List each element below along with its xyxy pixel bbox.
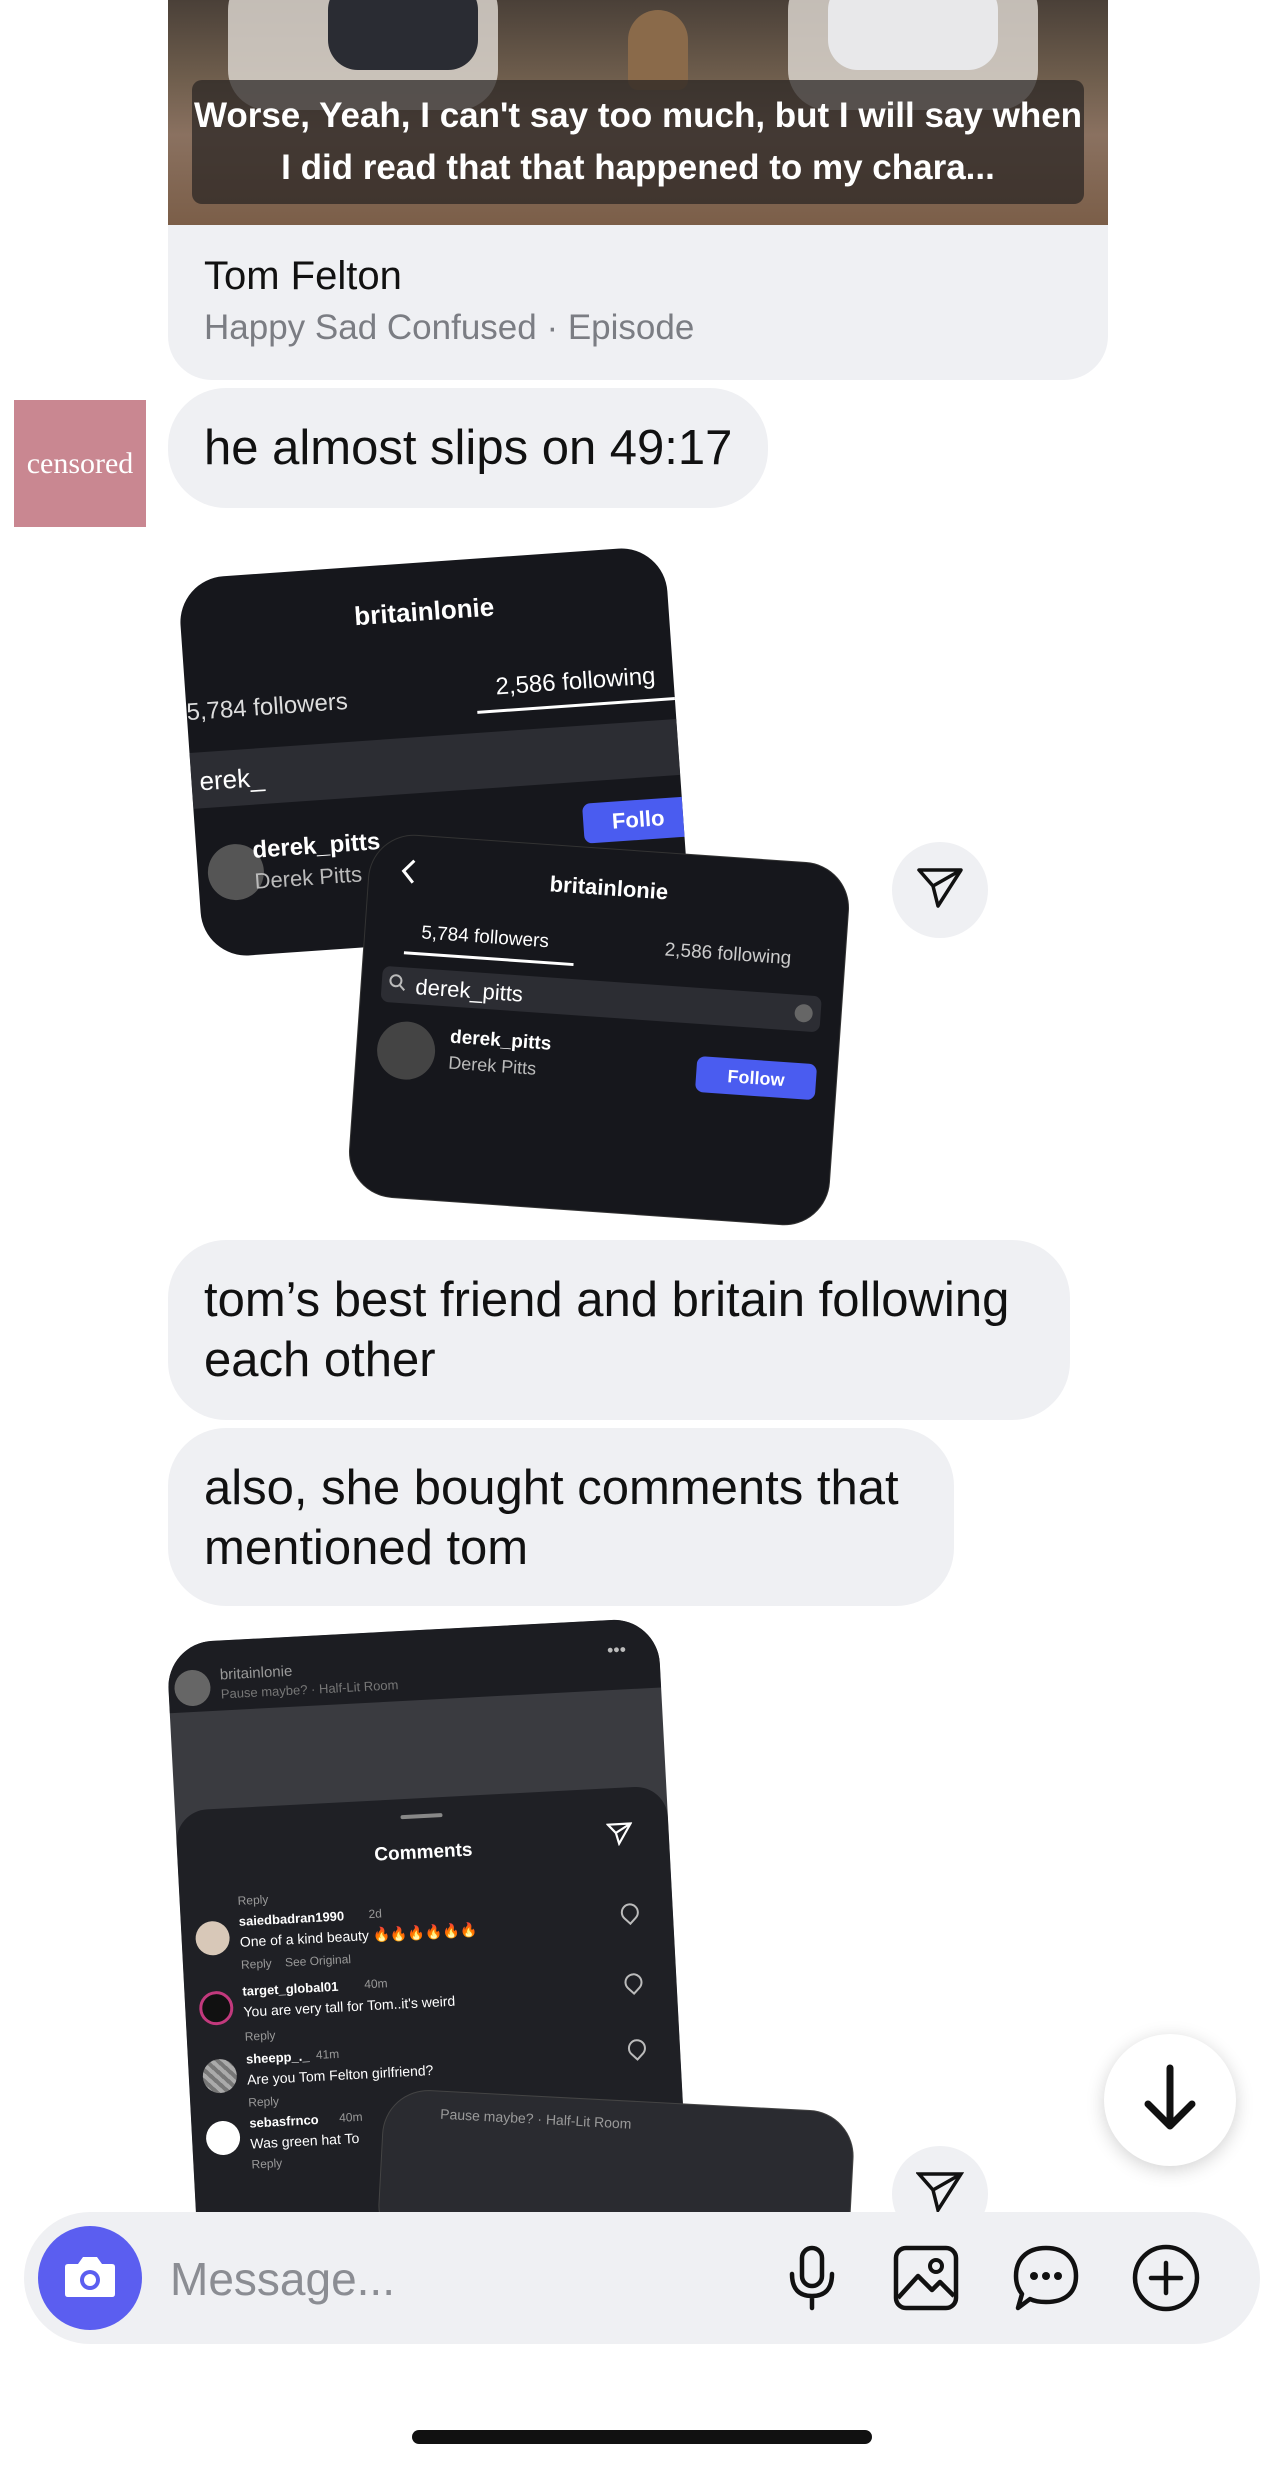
heart-icon[interactable] — [617, 1899, 643, 1926]
search-field[interactable]: derek_pitts — [380, 965, 822, 1033]
message-input[interactable] — [168, 2242, 772, 2316]
commenter-avatar — [194, 1920, 231, 1957]
result-username: derek_pitts — [449, 1026, 553, 1055]
comment-actions[interactable]: Reply See Original — [241, 1952, 352, 1972]
plus-circle-icon[interactable] — [1130, 2242, 1202, 2314]
scroll-to-bottom-button[interactable] — [1104, 2034, 1236, 2166]
sender-avatar[interactable]: censored — [14, 400, 146, 527]
commenter-avatar — [198, 1990, 235, 2027]
comment-text: Was green hat To — [249, 2129, 360, 2152]
comment-time: 40m — [363, 1976, 388, 1992]
thumbnail-person-left — [328, 0, 478, 70]
follow-button[interactable]: Follow — [694, 1055, 818, 1101]
commenter-username[interactable]: sebasfrnco — [249, 2112, 319, 2131]
camera-button[interactable] — [38, 2226, 142, 2330]
follow-button[interactable]: Follo — [581, 796, 691, 844]
thumbnail-person-right — [828, 0, 998, 70]
thumbnail-decor — [628, 10, 688, 90]
camera-icon — [62, 2252, 118, 2305]
post-thumbnail: Worse, Yeah, I can't say too much, but I… — [168, 0, 1108, 225]
comment-text: Are you Tom Felton girlfriend? — [246, 2061, 434, 2088]
commenter-avatar — [205, 2120, 241, 2156]
reel-song: Pause maybe? · Half-Lit Room — [439, 2105, 632, 2132]
message-bubble[interactable]: tom’s best friend and britain following … — [168, 1240, 1070, 1420]
commenter-username[interactable]: sheepp_._ — [246, 2048, 310, 2066]
search-text: erek_ — [198, 761, 266, 797]
image-icon[interactable] — [890, 2242, 962, 2314]
search-field[interactable]: erek_ — [189, 719, 681, 809]
heart-icon[interactable] — [624, 2035, 650, 2061]
search-icon — [387, 972, 409, 998]
following-tab[interactable]: 2,586 following — [664, 939, 792, 970]
message-text: tom’s best friend and britain following … — [204, 1273, 1010, 1387]
more-icon[interactable]: ••• — [607, 1639, 627, 1661]
following-tab[interactable]: 2,586 following — [495, 662, 657, 701]
microphone-icon[interactable] — [776, 2242, 848, 2314]
followers-tab[interactable]: 5,784 followers — [421, 922, 550, 953]
post-subtitle: Happy Sad Confused · Episode — [204, 308, 695, 347]
commenter-username[interactable]: target_global01 — [242, 1979, 339, 1999]
post-title: Tom Felton — [204, 254, 402, 298]
comment-actions[interactable]: Reply — [248, 2094, 279, 2110]
comment-time: 40m — [338, 2109, 363, 2125]
profile-username: britainlonie — [548, 871, 669, 905]
search-text: derek_pitts — [414, 974, 524, 1007]
message-bubble[interactable]: he almost slips on 49:17 — [168, 388, 769, 508]
clear-icon[interactable] — [794, 1003, 814, 1023]
paper-plane-icon — [916, 866, 964, 915]
commenter-avatar — [201, 2058, 238, 2094]
comment-actions[interactable]: Reply — [244, 2028, 275, 2044]
message-bubble[interactable]: also, she bought comments that mentioned… — [168, 1428, 954, 1606]
arrow-down-icon — [1142, 2064, 1198, 2137]
comment-time: 2d — [368, 1906, 383, 1922]
tab-underline — [403, 951, 574, 967]
follow-label: Follo — [611, 805, 666, 834]
drag-handle[interactable] — [400, 1813, 443, 1820]
result-name: Derek Pitts — [447, 1052, 537, 1079]
avatar-label: censored — [26, 446, 134, 480]
message-text: he almost slips on 49:17 — [204, 421, 733, 475]
followers-tab[interactable]: 5,784 followers — [186, 688, 349, 727]
comment-actions[interactable]: Reply — [251, 2156, 282, 2172]
result-name: Derek Pitts — [253, 861, 363, 894]
share-button[interactable] — [892, 842, 988, 938]
shared-screenshot-front[interactable]: britainlonie 5,784 followers 2,586 follo… — [345, 831, 853, 1229]
comments-header: Comments — [373, 1839, 473, 1866]
comment-time: 41m — [315, 2046, 340, 2063]
message-text: also, she bought comments that mentioned… — [204, 1461, 899, 1575]
home-indicator — [412, 2430, 872, 2444]
follow-label: Follow — [726, 1065, 786, 1090]
profile-username: britainlonie — [353, 591, 496, 632]
result-avatar — [375, 1019, 438, 1082]
heart-icon[interactable] — [620, 1969, 647, 1996]
message-composer — [24, 2212, 1260, 2344]
shared-post-card[interactable]: Worse, Yeah, I can't say too much, but I… — [168, 0, 1108, 380]
result-username: derek_pitts — [251, 828, 382, 864]
post-caption: Worse, Yeah, I can't say too much, but I… — [192, 80, 1084, 204]
paper-plane-icon[interactable] — [605, 1821, 633, 1851]
chat-bubble-icon[interactable] — [1010, 2242, 1082, 2314]
commenter-username[interactable]: saiedbadran1990 — [238, 1908, 344, 1929]
reply-link[interactable]: Reply — [237, 1892, 268, 1908]
